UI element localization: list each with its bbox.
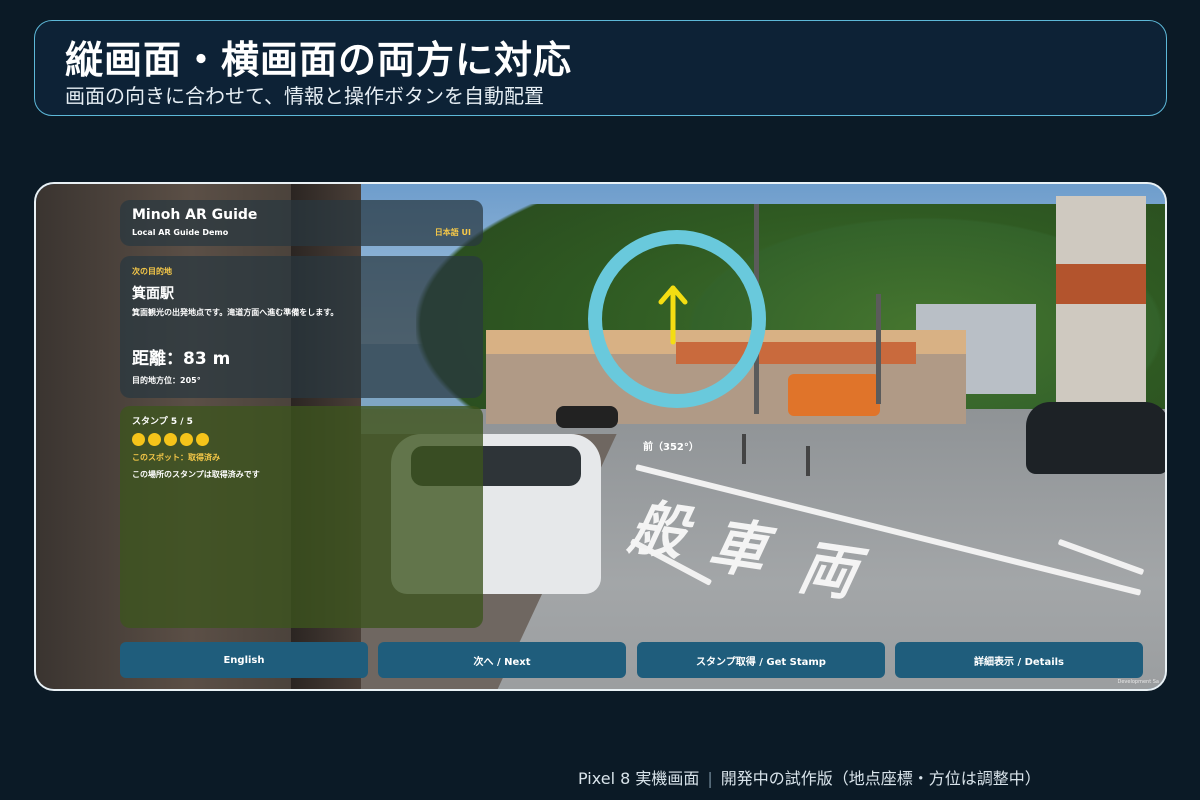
bearing-readout: 目的地方位：205° [132,376,201,385]
details-button[interactable]: 詳細表示 / Details [895,642,1143,678]
stamp-dot-icon [164,433,177,446]
app-title: Minoh AR Guide [132,207,258,223]
caption-separator: | [707,769,713,788]
page-title: 縦画面・横画面の両方に対応 [65,38,573,82]
destination-label: 次の目的地 [132,267,172,276]
language-label[interactable]: 日本語 UI [435,227,471,238]
app-subtitle: Local AR Guide Demo [132,228,229,237]
english-button[interactable]: English [120,642,368,678]
next-button[interactable]: 次へ / Next [378,642,626,678]
spot-note: この場所のスタンプは取得済みです [132,470,260,479]
stamp-panel: スタンプ 5 / 5 このスポット：取得済み この場所のスタンプは取得済みです [120,406,483,628]
destination-name: 箕面駅 [132,286,174,302]
scene-bus [788,374,880,416]
caption-status: 開発中の試作版（地点座標・方位は調整中） [720,769,1041,788]
destination-panel: 次の目的地 箕面駅 箕面観光の出発地点です。滝道方面へ進む準備をします。 距離：… [120,256,483,398]
watermark: Development Sa [1117,679,1160,685]
stamp-dots [132,433,471,446]
stamp-dot-icon [148,433,161,446]
stamp-count: スタンプ 5 / 5 [132,417,193,427]
stamp-dot-icon [132,433,145,446]
distance-readout: 距離：83 m [132,349,231,369]
stamp-dot-icon [180,433,193,446]
stamp-dot-icon [196,433,209,446]
scene-tower-band [1056,264,1146,304]
arrow-up-icon [658,285,688,345]
ar-direction-label: 前（352°） [643,442,699,453]
destination-description: 箕面観光の出発地点です。滝道方面へ進む準備をします。 [132,308,339,317]
get-stamp-button[interactable]: スタンプ取得 / Get Stamp [637,642,885,678]
header-card: 縦画面・横画面の両方に対応 画面の向きに合わせて、情報と操作ボタンを自動配置 [34,20,1167,116]
scene-bollard [806,446,810,476]
page-subtitle: 画面の向きに合わせて、情報と操作ボタンを自動配置 [65,84,544,108]
scene-car [556,406,618,428]
scene-car [1026,402,1165,474]
spot-status: このスポット：取得済み [132,453,220,462]
caption-device: Pixel 8 実機画面 [578,769,700,788]
ar-camera-screen: 般 車 両 Minoh AR Guide Local AR Guide Demo… [34,182,1167,691]
scene-bollard [742,434,746,464]
screenshot-caption: Pixel 8 実機画面 | 開発中の試作版（地点座標・方位は調整中） [578,765,1041,789]
app-title-panel: Minoh AR Guide Local AR Guide Demo 日本語 U… [120,200,483,246]
scene-pole [876,294,881,404]
